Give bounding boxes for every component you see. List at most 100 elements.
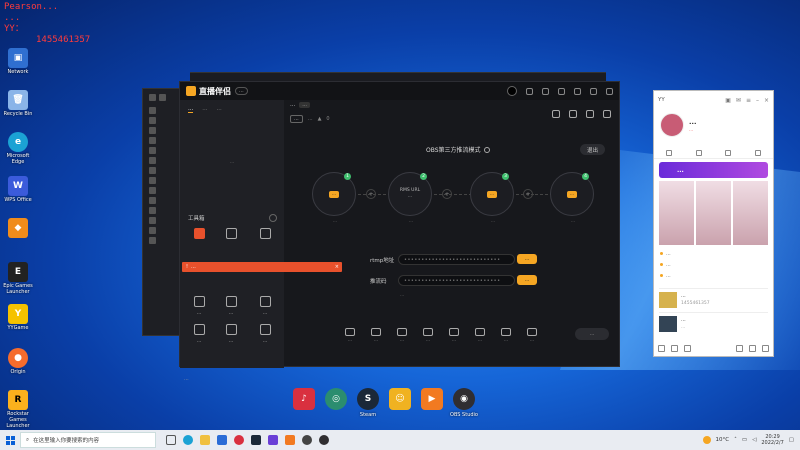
stream-tag[interactable]: ... bbox=[299, 102, 311, 108]
live-app-icon[interactable] bbox=[285, 435, 295, 445]
file-explorer-icon[interactable] bbox=[200, 435, 210, 445]
settings-icon[interactable] bbox=[526, 87, 533, 95]
menu-icon[interactable]: ≡ bbox=[746, 97, 751, 104]
toolbar-item-1[interactable]: ... bbox=[342, 327, 358, 343]
tool-3[interactable] bbox=[252, 228, 278, 242]
tab-1[interactable]: ... bbox=[188, 106, 194, 113]
dock-icon-steam[interactable]: S Steam bbox=[350, 388, 386, 418]
copy-key-button[interactable]: ... bbox=[517, 275, 537, 285]
clock[interactable]: 20:29 2022/2/7 bbox=[761, 434, 783, 446]
avatar[interactable] bbox=[507, 86, 517, 96]
speaker-item[interactable]: ... bbox=[498, 327, 514, 343]
share-icon[interactable] bbox=[603, 110, 611, 118]
tool-5[interactable]: ... bbox=[218, 296, 244, 316]
dock-icon-obs[interactable]: ◉ OBS Studio bbox=[446, 388, 482, 418]
yy-photos[interactable] bbox=[659, 181, 768, 245]
dock-icon-1[interactable]: ♪ bbox=[286, 388, 322, 412]
chat-icon[interactable] bbox=[586, 110, 594, 118]
tool-1[interactable] bbox=[186, 228, 212, 242]
avatar[interactable] bbox=[660, 113, 684, 137]
close-icon[interactable]: × bbox=[335, 264, 342, 270]
apps-icon[interactable] bbox=[749, 344, 756, 352]
steam-icon[interactable] bbox=[251, 435, 261, 445]
desktop-icon-rockstar[interactable]: R Rockstar Games Launcher bbox=[2, 390, 34, 429]
minimize-icon[interactable] bbox=[590, 87, 597, 95]
list-item[interactable]: ... bbox=[660, 249, 767, 260]
close-icon[interactable]: × bbox=[764, 97, 769, 104]
message-icon[interactable] bbox=[755, 149, 762, 156]
yy-banner[interactable]: ... bbox=[659, 162, 768, 178]
yy-card-2[interactable]: ...... bbox=[659, 312, 768, 334]
toolbar-item-2[interactable]: ... bbox=[368, 327, 384, 343]
desktop-icon-origin[interactable]: ● Origin bbox=[2, 348, 34, 375]
minimize-icon[interactable]: – bbox=[756, 97, 759, 104]
tool-7[interactable]: ... bbox=[186, 324, 212, 344]
tool-8[interactable]: ... bbox=[218, 324, 244, 344]
tool-9[interactable]: ... bbox=[252, 324, 278, 344]
skin-icon[interactable]: ▣ bbox=[725, 97, 731, 104]
tool-6[interactable]: ... bbox=[252, 296, 278, 316]
desktop-icon-epic[interactable]: E Epic Games Launcher bbox=[2, 262, 34, 295]
home-icon[interactable] bbox=[665, 149, 672, 156]
yy-card-1[interactable]: ... 1455461357 bbox=[659, 288, 768, 310]
tab-3[interactable]: ... bbox=[217, 106, 222, 113]
volume-icon[interactable]: ◁ bbox=[752, 437, 756, 443]
notification-icon[interactable]: ▢ bbox=[789, 437, 794, 443]
edge-icon[interactable] bbox=[183, 435, 193, 445]
obs-icon[interactable] bbox=[319, 435, 329, 445]
app-icon[interactable] bbox=[302, 435, 312, 445]
start-live-button[interactable]: ... bbox=[575, 328, 609, 340]
desktop-icon-yygame[interactable]: Y YYGame bbox=[2, 304, 34, 331]
contacts-icon[interactable] bbox=[695, 149, 702, 156]
toolbar-item-8[interactable]: ... bbox=[524, 327, 540, 343]
app-icon[interactable] bbox=[268, 435, 278, 445]
desktop-icon-network[interactable]: ▣ Network bbox=[2, 48, 34, 75]
tool-4[interactable]: ... bbox=[186, 296, 212, 316]
gift-icon[interactable] bbox=[552, 110, 560, 118]
toolbar-item-4[interactable]: ... bbox=[420, 327, 436, 343]
tool-2[interactable] bbox=[218, 228, 244, 242]
toolbar-item-3[interactable]: ... bbox=[394, 327, 410, 343]
yy-window[interactable]: YY ▣ ✉ ≡ – × ... ... ... ... ... ... ...… bbox=[653, 90, 774, 357]
search-icon[interactable] bbox=[684, 344, 691, 352]
bottom-note[interactable]: ... bbox=[184, 376, 189, 382]
menu-icon[interactable] bbox=[658, 344, 665, 352]
cart-icon[interactable] bbox=[569, 110, 577, 118]
settings-icon[interactable] bbox=[762, 344, 769, 352]
list-item[interactable]: ... bbox=[660, 260, 767, 271]
task-view-icon[interactable] bbox=[166, 435, 176, 445]
mail-icon[interactable] bbox=[558, 87, 565, 95]
skin-icon[interactable] bbox=[542, 87, 549, 95]
network-icon[interactable]: ▭ bbox=[742, 437, 747, 443]
taskbar-search[interactable]: ⌕ 在这里输入你要搜索的内容 bbox=[20, 432, 156, 448]
store-icon[interactable] bbox=[217, 435, 227, 445]
toolbar-item-5[interactable]: ... bbox=[446, 327, 462, 343]
more-icon[interactable] bbox=[269, 214, 277, 222]
stream-key-field[interactable]: •••••••••••••••••••••••••••• bbox=[398, 275, 515, 286]
help-icon[interactable] bbox=[483, 146, 490, 153]
dock-icon-4[interactable]: ☺ bbox=[382, 388, 418, 412]
dock-icon-2[interactable]: ◎ bbox=[318, 388, 354, 412]
mail-icon[interactable]: ✉ bbox=[736, 97, 741, 104]
version-badge[interactable]: ... bbox=[235, 87, 248, 95]
chevron-up-icon[interactable]: ˄ bbox=[734, 437, 737, 443]
music-icon[interactable] bbox=[234, 435, 244, 445]
dock-icon-5[interactable]: ▶ bbox=[414, 388, 450, 412]
rtmp-field[interactable]: •••••••••••••••••••••••••••• bbox=[398, 254, 515, 265]
desktop-icon-edge[interactable]: e Microsoft Edge bbox=[2, 132, 34, 165]
live-companion-window[interactable]: 直播伴侣 ... ... ... ... ... 工具箱 ... ... ...… bbox=[179, 81, 620, 382]
notification-toast[interactable]: ! ... × bbox=[182, 262, 342, 272]
desktop-icon-wps[interactable]: W WPS Office bbox=[2, 176, 34, 203]
desktop-icon-app[interactable]: ◆ bbox=[2, 218, 34, 239]
start-button[interactable] bbox=[0, 430, 20, 450]
desktop-icon-recycle-bin[interactable]: 🗑 Recycle Bin bbox=[2, 90, 34, 117]
copy-rtmp-button[interactable]: ... bbox=[517, 254, 537, 264]
menu-icon[interactable] bbox=[574, 87, 581, 95]
close-icon[interactable] bbox=[606, 87, 613, 95]
weather-text[interactable]: 10°C bbox=[716, 437, 730, 443]
exit-button[interactable]: 退出 bbox=[580, 144, 605, 155]
mic-item[interactable]: ... bbox=[472, 327, 488, 343]
games-icon[interactable] bbox=[725, 149, 732, 156]
category-pill[interactable]: ... bbox=[290, 115, 303, 123]
add-icon[interactable] bbox=[671, 344, 678, 352]
